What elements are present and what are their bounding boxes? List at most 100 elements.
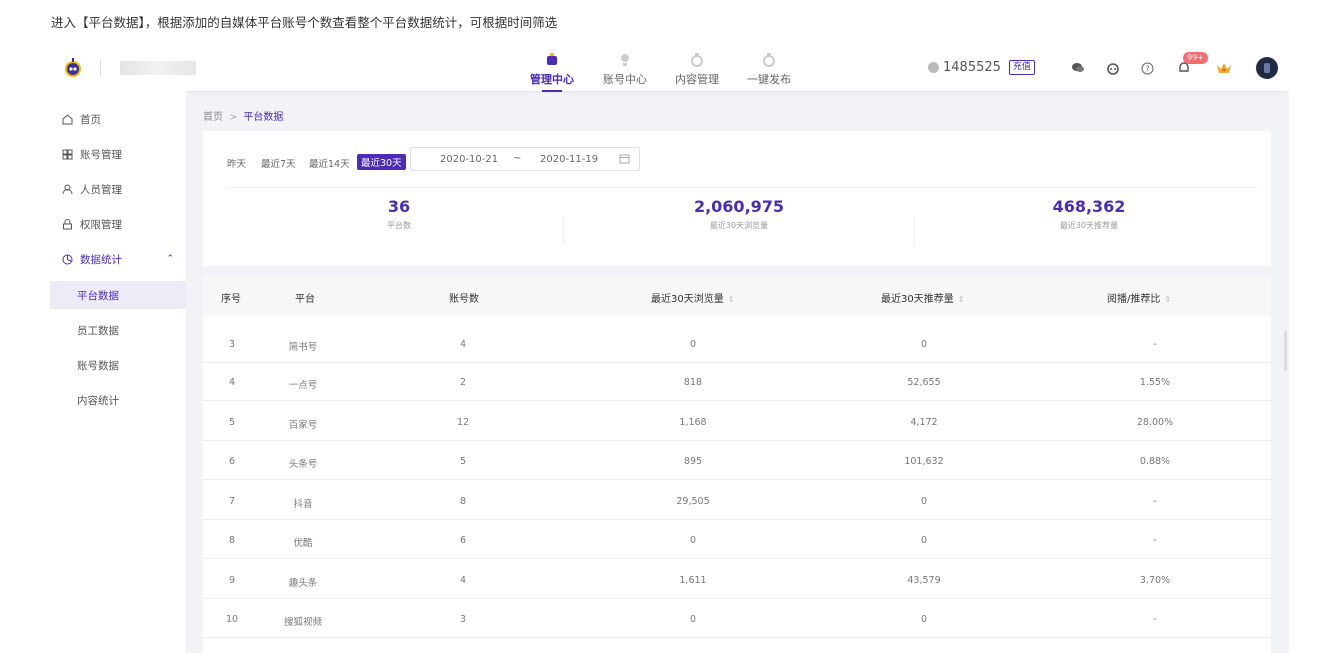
filter-stats-card: 昨天 最近7天 最近14天 最近30天 2020-10-21 ~ 2020-11… bbox=[203, 131, 1271, 266]
tab-content-management[interactable]: 内容管理 bbox=[675, 49, 719, 89]
sidebar-item-home[interactable]: 首页 bbox=[50, 105, 186, 133]
filter-last-30-days[interactable]: 最近30天 bbox=[357, 154, 406, 170]
sidebar-item-data-statistics[interactable]: 数据统计 ⌃ bbox=[50, 245, 186, 273]
filter-last-14-days[interactable]: 最近14天 bbox=[309, 156, 350, 170]
table-row: 6 头条号 5 895 101,632 0.88% bbox=[203, 441, 1271, 480]
breadcrumb-current: 平台数据 bbox=[243, 112, 284, 123]
content-icon bbox=[691, 53, 703, 67]
points-value: 1485525 bbox=[943, 60, 1001, 75]
sidebar-subitem-account-data[interactable]: 账号数据 bbox=[50, 351, 186, 379]
table-cell: 一点号 bbox=[288, 380, 318, 391]
recharge-button[interactable]: 充值 bbox=[1008, 60, 1035, 75]
tab-label: 管理中心 bbox=[530, 73, 574, 86]
column-header-recommendations[interactable]: 最近30天推荐量 ⇕ bbox=[881, 290, 964, 305]
table-cell: 4,172 bbox=[910, 417, 938, 428]
table-row: 7 抖音 8 29,505 0- bbox=[203, 481, 1271, 520]
robot-icon[interactable] bbox=[1103, 58, 1123, 78]
table-cell: - bbox=[1153, 496, 1157, 507]
sidebar-item-label: 人员管理 bbox=[80, 183, 122, 196]
brand-divider bbox=[100, 59, 101, 77]
column-header-account-count: 账号数 bbox=[449, 294, 479, 305]
filter-yesterday[interactable]: 昨天 bbox=[227, 156, 246, 170]
crown-icon[interactable] bbox=[1214, 58, 1234, 78]
table-cell: 抖音 bbox=[293, 499, 313, 510]
home-icon bbox=[60, 113, 74, 125]
table-cell: 4 bbox=[459, 575, 467, 586]
tab-label: 一键发布 bbox=[747, 73, 791, 86]
svg-text:?: ? bbox=[1145, 64, 1149, 73]
table-cell: 6 bbox=[459, 535, 467, 546]
top-header: 管理中心 账号中心 内容管理 一键发布 1485525 充值 ? 99+ bbox=[50, 46, 1289, 92]
table-cell: 1,611 bbox=[679, 575, 707, 586]
breadcrumb: 首页 > 平台数据 bbox=[203, 108, 283, 123]
column-header-label: 最近30天浏览量 bbox=[651, 294, 724, 305]
table-cell: 101,632 bbox=[904, 456, 944, 467]
points-balance: 1485525 充值 bbox=[928, 60, 1035, 75]
sidebar-item-permission-management[interactable]: 权限管理 bbox=[50, 210, 186, 238]
grid-icon bbox=[60, 149, 74, 160]
table-cell: - bbox=[1153, 614, 1157, 625]
date-range-picker[interactable]: 2020-10-21 ~ 2020-11-19 bbox=[410, 147, 640, 171]
table-cell: 搜狐视频 bbox=[283, 617, 322, 628]
sidebar-subitem-content-statistics[interactable]: 内容统计 bbox=[50, 386, 186, 414]
avatar[interactable] bbox=[1256, 57, 1278, 79]
table-row: 4 一点号 2 818 52,655 1.55% bbox=[203, 362, 1271, 401]
sort-icon[interactable]: ⇕ bbox=[728, 295, 735, 304]
breadcrumb-home[interactable]: 首页 bbox=[203, 112, 223, 123]
table-cell: 2 bbox=[459, 377, 467, 388]
table-cell: 头条号 bbox=[288, 459, 318, 470]
table-cell: - bbox=[1153, 339, 1157, 350]
table-cell: 0 bbox=[920, 614, 928, 625]
column-header-ratio[interactable]: 阅播/推荐比 ⇕ bbox=[1107, 290, 1171, 305]
table-cell: - bbox=[1153, 535, 1157, 546]
chat-icon[interactable] bbox=[1068, 58, 1088, 78]
user-icon bbox=[60, 184, 74, 195]
sidebar-subitem-label: 员工数据 bbox=[77, 324, 119, 337]
table-cell: 29,505 bbox=[676, 496, 710, 507]
table-row: 8 优酷 6 0 0- bbox=[203, 520, 1271, 559]
filter-last-7-days[interactable]: 最近7天 bbox=[261, 156, 296, 170]
sidebar-item-label: 账号管理 bbox=[80, 148, 122, 161]
table-cell: 1.55% bbox=[1139, 377, 1171, 388]
start-date[interactable]: 2020-10-21 bbox=[440, 154, 498, 165]
sort-icon[interactable]: ⇕ bbox=[1164, 295, 1171, 304]
robot-logo-icon[interactable] bbox=[62, 57, 84, 79]
tab-management-center[interactable]: 管理中心 bbox=[530, 49, 574, 92]
coin-icon bbox=[928, 62, 939, 73]
tab-account-center[interactable]: 账号中心 bbox=[603, 49, 647, 89]
column-header-label: 最近30天推荐量 bbox=[881, 294, 954, 305]
range-separator: ~ bbox=[513, 153, 522, 164]
lock-icon bbox=[60, 218, 74, 230]
table-cell: 简书号 bbox=[288, 342, 318, 353]
calendar-icon[interactable] bbox=[619, 153, 630, 167]
sidebar-subitem-platform-data[interactable]: 平台数据 bbox=[50, 281, 186, 309]
scrollbar[interactable] bbox=[1284, 331, 1287, 371]
table-row: 9 趣头条 4 1,611 43,579 3.70% bbox=[203, 560, 1271, 599]
tab-label: 内容管理 bbox=[675, 73, 719, 86]
sidebar: 首页 账号管理 人员管理 权限管理 数据统计 ⌃ 平台数据 员工数据 账号数据 bbox=[50, 91, 186, 653]
table-cell: 818 bbox=[683, 377, 703, 388]
table-cell: 3.70% bbox=[1139, 575, 1171, 586]
sidebar-subitem-label: 账号数据 bbox=[77, 359, 119, 372]
sort-icon[interactable]: ⇕ bbox=[958, 295, 965, 304]
table-cell: 12 bbox=[456, 417, 470, 428]
sidebar-item-staff-management[interactable]: 人员管理 bbox=[50, 175, 186, 203]
table-cell: 优酷 bbox=[293, 538, 313, 549]
sidebar-item-account-management[interactable]: 账号管理 bbox=[50, 140, 186, 168]
column-header-views[interactable]: 最近30天浏览量 ⇕ bbox=[651, 290, 734, 305]
table-cell: 1,168 bbox=[679, 417, 707, 428]
stat-label: 平台数 bbox=[387, 221, 411, 230]
chevron-up-icon: ⌃ bbox=[166, 254, 174, 264]
column-header-platform: 平台 bbox=[295, 294, 315, 305]
sidebar-subitem-label: 内容统计 bbox=[77, 394, 119, 407]
help-icon[interactable]: ? bbox=[1137, 58, 1157, 78]
table-cell: 百家号 bbox=[288, 420, 318, 431]
table-cell: 43,579 bbox=[907, 575, 941, 586]
end-date[interactable]: 2020-11-19 bbox=[540, 154, 598, 165]
table-cell: 5 bbox=[459, 456, 467, 467]
tab-one-click-publish[interactable]: 一键发布 bbox=[747, 49, 791, 89]
breadcrumb-separator: > bbox=[229, 112, 238, 123]
table-cell: 3 bbox=[459, 614, 467, 625]
table-cell: 8 bbox=[459, 496, 467, 507]
table-cell: 趣头条 bbox=[288, 578, 318, 589]
